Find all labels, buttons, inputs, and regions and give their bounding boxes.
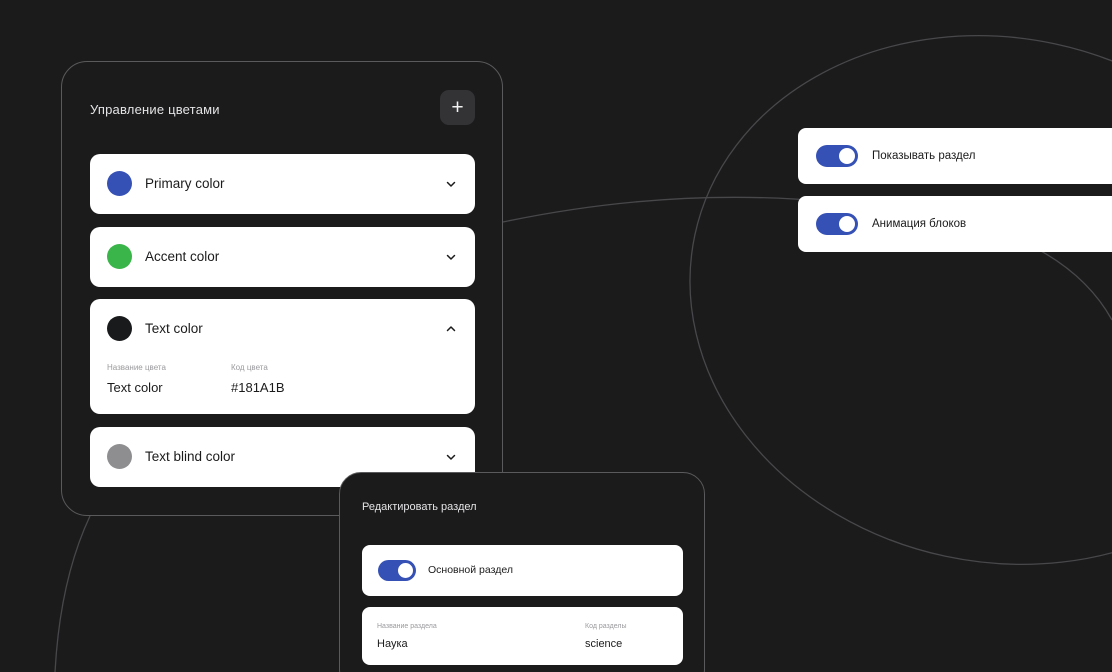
toggle-label: Основной раздел (428, 564, 513, 576)
color-item-primary[interactable]: Primary color (90, 154, 475, 214)
color-swatch (107, 444, 132, 469)
add-color-button[interactable]: + (440, 90, 475, 125)
toggle-switch[interactable] (816, 145, 858, 167)
color-management-panel: Управление цветами + Primary color Accen… (61, 61, 503, 516)
section-code-label: Код разделы (585, 623, 627, 630)
panel-title: Редактировать раздел (362, 501, 477, 513)
chevron-down-icon[interactable] (445, 178, 457, 190)
color-code-value[interactable]: #181A1B (231, 380, 285, 395)
color-item-text[interactable]: Text color Название цвета Text color Код… (90, 299, 475, 414)
color-swatch (107, 316, 132, 341)
toggle-show-section: Показывать раздел (798, 128, 1112, 184)
section-code-value[interactable]: science (585, 638, 622, 650)
chevron-down-icon[interactable] (445, 251, 457, 263)
toggle-label: Показывать раздел (872, 150, 976, 162)
section-name-value[interactable]: Наука (377, 638, 408, 650)
color-name: Accent color (145, 249, 220, 264)
panel-title: Управление цветами (90, 102, 220, 117)
color-name-value[interactable]: Text color (107, 380, 163, 395)
toggle-label: Анимация блоков (872, 218, 967, 230)
color-swatch (107, 171, 132, 196)
toggle-knob (398, 563, 413, 578)
edit-section-panel: Редактировать раздел Основной раздел Наз… (339, 472, 705, 672)
color-name-label: Название цвета (107, 363, 166, 372)
toggle-knob (839, 148, 855, 164)
main-section-toggle-card: Основной раздел (362, 545, 683, 596)
plus-icon: + (451, 96, 464, 119)
toggle-block-animation: Анимация блоков (798, 196, 1112, 252)
chevron-up-icon[interactable] (445, 323, 457, 335)
color-name: Text blind color (145, 449, 236, 464)
toggle-knob (839, 216, 855, 232)
color-code-label: Код цвета (231, 363, 268, 372)
color-name: Primary color (145, 176, 225, 191)
toggle-switch[interactable] (378, 560, 416, 581)
chevron-down-icon[interactable] (445, 451, 457, 463)
color-item-accent[interactable]: Accent color (90, 227, 475, 287)
toggle-switch[interactable] (816, 213, 858, 235)
color-swatch (107, 244, 132, 269)
section-name-label: Название раздела (377, 623, 437, 630)
section-fields-card: Название раздела Наука Код разделы scien… (362, 607, 683, 665)
color-name: Text color (145, 321, 203, 336)
